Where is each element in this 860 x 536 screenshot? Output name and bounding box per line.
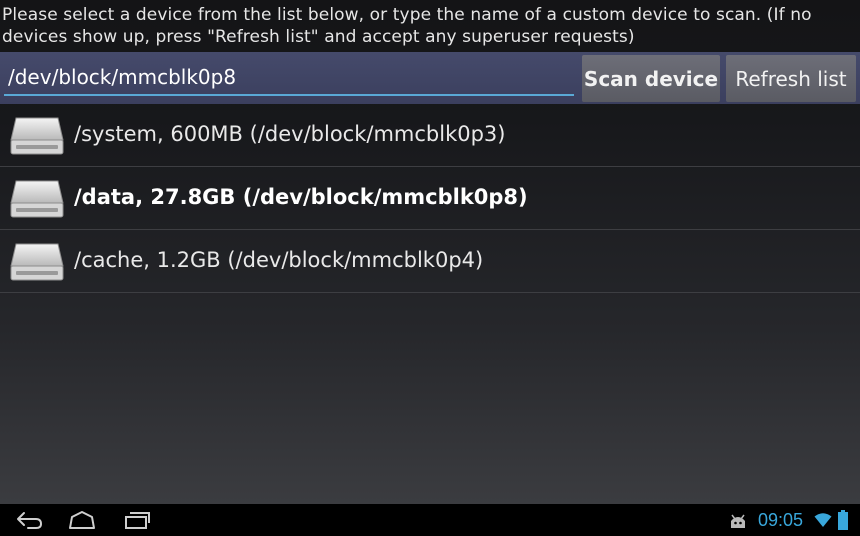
status-time: 09:05	[758, 510, 804, 530]
app-screen: Please select a device from the list bel…	[0, 0, 860, 504]
back-icon[interactable]	[14, 508, 44, 532]
scan-device-button[interactable]: Scan device	[582, 55, 720, 102]
device-item-system[interactable]: /system, 600MB (/dev/block/mmcblk0p3)	[0, 104, 860, 167]
android-debug-icon	[731, 514, 745, 528]
drive-icon	[10, 243, 64, 281]
refresh-list-button[interactable]: Refresh list	[726, 55, 856, 102]
drive-icon	[10, 117, 64, 155]
device-list: /system, 600MB (/dev/block/mmcblk0p3) /d…	[0, 104, 860, 293]
drive-icon	[10, 180, 64, 218]
system-navigation-bar: 09:05	[0, 504, 860, 536]
device-item-data[interactable]: /data, 27.8GB (/dev/block/mmcblk0p8)	[0, 167, 860, 230]
wifi-icon	[814, 513, 832, 527]
battery-icon	[838, 510, 848, 530]
device-path-input[interactable]	[4, 60, 574, 96]
instructions-text: Please select a device from the list bel…	[2, 5, 812, 47]
device-label: /cache, 1.2GB (/dev/block/mmcblk0p4)	[74, 248, 484, 272]
device-item-cache[interactable]: /cache, 1.2GB (/dev/block/mmcblk0p4)	[0, 230, 860, 293]
home-icon[interactable]	[66, 508, 98, 532]
recent-apps-icon[interactable]	[122, 508, 152, 532]
device-input-bar: Scan device Refresh list	[0, 52, 860, 104]
device-label: /data, 27.8GB (/dev/block/mmcblk0p8)	[74, 185, 528, 209]
device-label: /system, 600MB (/dev/block/mmcblk0p3)	[74, 122, 506, 146]
